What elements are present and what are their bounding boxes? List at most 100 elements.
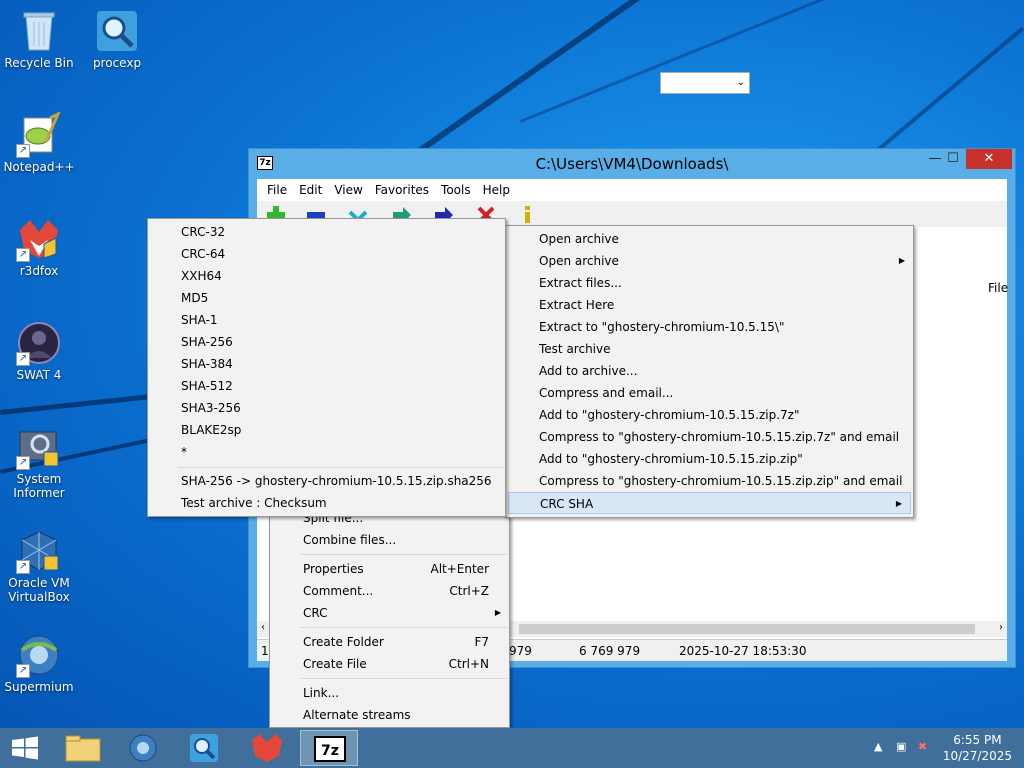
ctx-item-crc-sha[interactable]: CRC SHA ▶ xyxy=(508,492,911,514)
menu-edit[interactable]: Edit xyxy=(293,183,328,197)
ctx-item-compress-7z-email[interactable]: Compress to "ghostery-chromium-10.5.15.z… xyxy=(506,426,913,448)
shortcut-arrow-icon: ↗ xyxy=(16,664,30,678)
desktop-icon-label: System Informer xyxy=(13,472,65,500)
menu-file[interactable]: File xyxy=(261,183,293,197)
desktop-icon-label: Notepad++ xyxy=(3,160,75,174)
taskbar-explorer[interactable] xyxy=(54,730,112,766)
virtualbox-icon: ↗ xyxy=(16,528,62,574)
notepadpp-icon: ↗ xyxy=(16,110,62,158)
menu-item-create-file[interactable]: Create File Ctrl+N xyxy=(270,653,509,675)
menu-item-crc[interactable]: CRC ▶ xyxy=(270,602,509,624)
taskbar-7zip[interactable]: 7z xyxy=(300,730,358,766)
chevron-right-icon: ▶ xyxy=(895,499,902,508)
folder-icon xyxy=(65,735,101,762)
wallpaper-beam xyxy=(520,0,1024,123)
crc-item-sha256-to-file[interactable]: SHA-256 -> ghostery-chromium-10.5.15.zip… xyxy=(148,470,505,492)
crc-item-blake2sp[interactable]: BLAKE2sp xyxy=(148,419,505,441)
menu-item-link[interactable]: Link... xyxy=(270,682,509,704)
r3dfox-icon: ↗ xyxy=(16,216,62,262)
crc-item-sha1[interactable]: SHA-1 xyxy=(148,309,505,331)
menu-tools[interactable]: Tools xyxy=(435,183,477,197)
context-menu: Open archive Open archive ▶ Extract files… xyxy=(505,225,914,518)
crc-item-xxh64[interactable]: XXH64 xyxy=(148,265,505,287)
crc-item-sha256[interactable]: SHA-256 xyxy=(148,331,505,353)
supermium-icon: ↗ xyxy=(16,632,62,678)
shortcut-arrow-icon: ↗ xyxy=(16,248,30,262)
crc-item-test-checksum[interactable]: Test archive : Checksum xyxy=(148,492,505,514)
scrollbar-thumb[interactable] xyxy=(519,624,975,634)
desktop-icon-notepadpp[interactable]: ↗ Notepad++ xyxy=(0,110,78,174)
status-packed: 6 769 979 xyxy=(579,644,641,658)
menu-item-properties[interactable]: Properties Alt+Enter xyxy=(270,558,509,580)
taskbar-supermium[interactable] xyxy=(114,730,172,766)
menu-item-alternate-streams[interactable]: Alternate streams xyxy=(270,704,509,726)
scroll-left-icon[interactable]: ‹ xyxy=(261,622,265,633)
chevron-right-icon: ▶ xyxy=(494,608,501,617)
scroll-right-icon[interactable]: › xyxy=(999,622,1003,633)
ctx-item-add-to-7z[interactable]: Add to "ghostery-chromium-10.5.15.zip.7z… xyxy=(506,404,913,426)
crc-item-crc64[interactable]: CRC-64 xyxy=(148,243,505,265)
system-tray: ▲ ▣ ✖ xyxy=(874,740,927,753)
ctx-item-extract-here[interactable]: Extract Here xyxy=(506,294,913,316)
menu-separator xyxy=(300,678,507,679)
crc-item-sha512[interactable]: SHA-512 xyxy=(148,375,505,397)
crc-item-md5[interactable]: MD5 xyxy=(148,287,505,309)
shortcut-arrow-icon: ↗ xyxy=(16,560,30,574)
menubar: File Edit View Favorites Tools Help xyxy=(257,179,1007,201)
desktop-icon-system-informer[interactable]: ↗ System Informer xyxy=(0,424,78,500)
crc-item-sha384[interactable]: SHA-384 xyxy=(148,353,505,375)
network-icon[interactable]: ▣ xyxy=(896,740,906,753)
ctx-item-open-archive[interactable]: Open archive xyxy=(506,228,913,250)
desktop-icon-procexp[interactable]: procexp xyxy=(78,8,156,70)
status-count: 1 xyxy=(261,644,269,658)
menu-item-comment[interactable]: Comment... Ctrl+Z xyxy=(270,580,509,602)
ctx-item-add-to-zip[interactable]: Add to "ghostery-chromium-10.5.15.zip.zi… xyxy=(506,448,913,470)
desktop-icon-r3dfox[interactable]: ↗ r3dfox xyxy=(0,216,78,278)
tray-expand-icon[interactable]: ▲ xyxy=(874,740,882,753)
desktop-icon-virtualbox[interactable]: ↗ Oracle VM VirtualBox xyxy=(0,528,78,604)
ctx-item-compress-zip-email[interactable]: Compress to "ghostery-chromium-10.5.15.z… xyxy=(506,470,913,492)
menu-help[interactable]: Help xyxy=(477,183,516,197)
taskbar-clock[interactable]: 6:55 PM 10/27/2025 xyxy=(943,732,1012,764)
desktop: Recycle Bin procexp ↗ Notepad++ ↗ r3dfox… xyxy=(0,0,1024,728)
start-button[interactable] xyxy=(0,730,50,766)
taskbar-r3dfox[interactable] xyxy=(238,730,296,766)
desktop-icon-recycle-bin[interactable]: Recycle Bin xyxy=(0,8,78,70)
maximize-button[interactable]: ☐ xyxy=(939,149,967,169)
system-informer-icon: ↗ xyxy=(16,424,62,470)
ctx-item-extract-files[interactable]: Extract files... xyxy=(506,272,913,294)
ctx-item-extract-to[interactable]: Extract to "ghostery-chromium-10.5.15\" xyxy=(506,316,913,338)
desktop-icon-supermium[interactable]: ↗ Supermium xyxy=(0,632,78,694)
window-title: C:\Users\VM4\Downloads\ xyxy=(535,155,729,173)
info-icon[interactable] xyxy=(517,204,539,224)
address-dropdown[interactable]: ⌄ xyxy=(660,72,750,94)
menu-favorites[interactable]: Favorites xyxy=(369,183,435,197)
crc-item-sha3-256[interactable]: SHA3-256 xyxy=(148,397,505,419)
menu-separator xyxy=(178,467,503,468)
window-titlebar[interactable]: 7z C:\Users\VM4\Downloads\ — ☐ ✕ xyxy=(249,149,1015,179)
taskbar-procexp[interactable] xyxy=(176,730,234,766)
desktop-icon-label: Recycle Bin xyxy=(4,56,74,70)
ctx-item-compress-email[interactable]: Compress and email... xyxy=(506,382,913,404)
ctx-item-test-archive[interactable]: Test archive xyxy=(506,338,913,360)
swat4-icon: ↗ xyxy=(16,320,62,366)
shortcut-arrow-icon: ↗ xyxy=(16,352,30,366)
menu-view[interactable]: View xyxy=(328,183,368,197)
close-button[interactable]: ✕ xyxy=(966,149,1012,169)
crc-item-all[interactable]: * xyxy=(148,441,505,463)
ctx-item-add-to-archive[interactable]: Add to archive... xyxy=(506,360,913,382)
volume-muted-icon[interactable]: ✖ xyxy=(918,740,927,753)
menu-separator xyxy=(300,554,507,555)
menu-separator xyxy=(300,627,507,628)
desktop-icon-swat4[interactable]: ↗ SWAT 4 xyxy=(0,320,78,382)
column-header-file[interactable]: File xyxy=(988,281,1008,295)
desktop-icon-label: Oracle VM VirtualBox xyxy=(8,576,70,604)
chevron-right-icon: ▶ xyxy=(898,256,905,265)
desktop-icon-label: Supermium xyxy=(4,680,74,694)
menu-item-combine-files[interactable]: Combine files... xyxy=(270,529,509,551)
ctx-item-open-archive-sub[interactable]: Open archive ▶ xyxy=(506,250,913,272)
menu-item-create-folder[interactable]: Create Folder F7 xyxy=(270,631,509,653)
crc-item-crc32[interactable]: CRC-32 xyxy=(148,221,505,243)
desktop-icon-label: procexp xyxy=(92,56,142,70)
chevron-down-icon: ⌄ xyxy=(736,77,745,88)
